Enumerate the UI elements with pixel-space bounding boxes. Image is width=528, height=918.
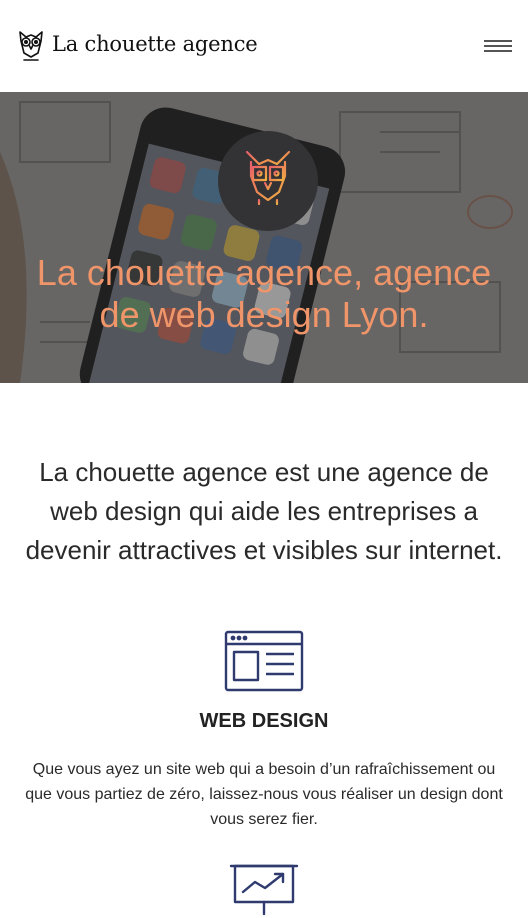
intro-text: La chouette agence est une agence de web… [25,457,503,565]
browser-window-icon [224,630,304,692]
hero-banner: La chouette agence, agence de web design… [0,92,528,383]
owl-icon [19,31,43,61]
site-header: La chouette agence [0,0,528,92]
owl-icon [245,150,291,209]
hero-title: La chouette agence, agence de web design… [36,252,492,335]
service-title: WEB DESIGN [199,710,329,732]
hero-logo-badge [218,131,318,231]
service-description: Que vous ayez un site web qui a besoin d… [25,761,503,828]
presentation-chart-icon [229,864,299,916]
brand-name: La chouette agence [52,32,258,56]
brand-link[interactable]: La chouette agence [16,29,258,63]
hamburger-menu-icon[interactable] [484,36,512,56]
service-web-design: WEB DESIGN Que vous ayez un site web qui… [0,630,528,832]
service-next [0,862,528,918]
